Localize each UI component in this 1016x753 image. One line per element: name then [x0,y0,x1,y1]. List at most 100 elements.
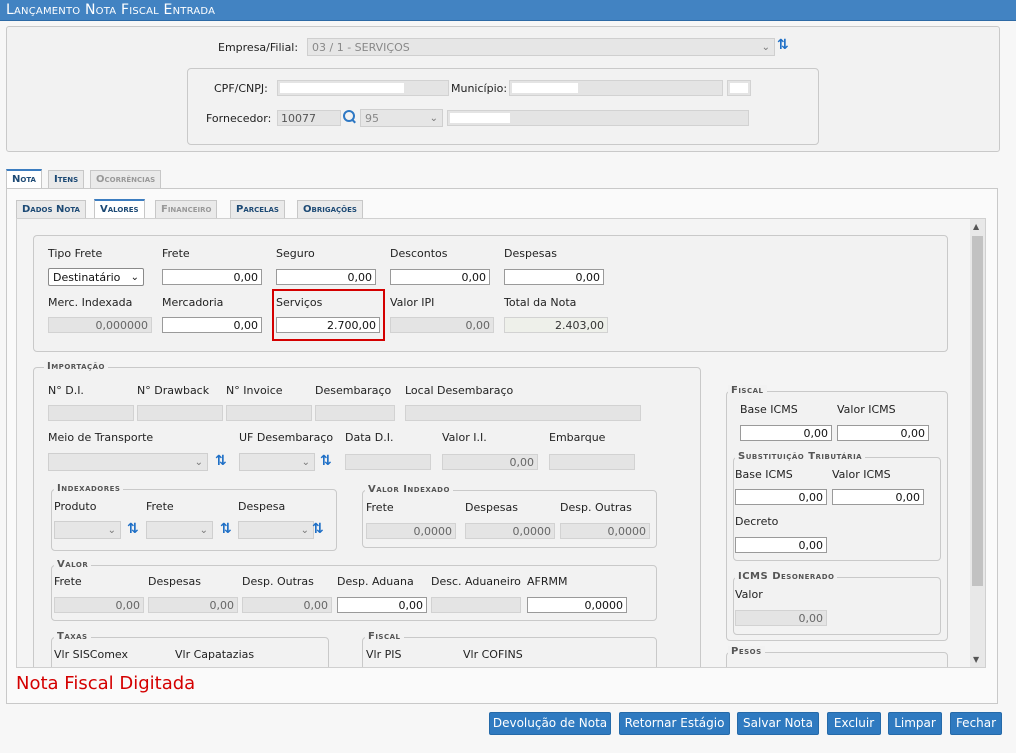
devolucao-button[interactable]: Devolução de Nota [489,712,611,735]
uf-desembaraco-select[interactable]: ⌄ [239,453,315,471]
fechar-button[interactable]: Fechar [950,712,1002,735]
ind-produto-select[interactable]: ⌄ [54,521,121,539]
valor-indexado-title: Valor Indexado [365,484,453,495]
meio-transporte-select[interactable]: ⌄ [48,453,208,471]
base-icms-input[interactable]: 0,00 [740,425,832,441]
excluir-button[interactable]: Excluir [827,712,881,735]
st-base-input[interactable]: 0,00 [735,489,827,505]
subtab-obrigacoes[interactable]: Obrigações [297,200,363,219]
frete-input[interactable]: 0,00 [162,269,262,285]
chevron-down-icon: ⌄ [761,42,770,53]
refresh-icon[interactable]: ⇅ [777,38,789,52]
fornecedor-name[interactable] [447,110,749,126]
salvar-nota-button[interactable]: Salvar Nota [737,712,819,735]
fornecedor-select[interactable]: 95 ⌄ [360,109,443,127]
refresh-icon[interactable]: ⇅ [220,522,232,536]
nd-label: N° D.I. [48,384,84,397]
v-afrmm-input[interactable]: 0,0000 [527,597,627,613]
v-afrmm-label: AFRMM [527,575,568,588]
ind-frete-label: Frete [146,500,174,513]
ind-frete-select[interactable]: ⌄ [146,521,213,539]
local-desembaraco-label: Local Desembaraço [405,384,514,397]
tab-nota[interactable]: Nota [6,169,42,189]
seguro-input[interactable]: 0,00 [276,269,376,285]
refresh-icon[interactable]: ⇅ [127,522,139,536]
data-di-field[interactable] [345,454,431,470]
despesas-label: Despesas [504,247,557,260]
indexadores-title: Indexadores [54,483,124,494]
tipo-frete-value: Destinatário [53,271,121,284]
municipio-label: Município: [451,82,508,95]
refresh-icon[interactable]: ⇅ [215,454,227,468]
chevron-down-icon: ⌄ [301,457,310,468]
descontos-input[interactable]: 0,00 [390,269,490,285]
desonerado-valor-label: Valor [735,588,763,601]
refresh-icon[interactable]: ⇅ [320,454,332,468]
fornecedor-code[interactable]: 10077 [277,110,341,126]
invoice-label: N° Invoice [226,384,283,397]
embarque-field[interactable] [549,454,635,470]
municipio-field[interactable] [509,80,723,96]
valor-icms-input[interactable]: 0,00 [837,425,929,441]
valor-icms-label: Valor ICMS [837,403,896,416]
v-frete-label: Frete [54,575,82,588]
servicos-input[interactable]: 2.700,00 [276,317,380,333]
desembaraco-field[interactable] [315,405,395,421]
pesos-title: Pesos [728,646,765,657]
invoice-field[interactable] [226,405,312,421]
indexadores-panel [51,489,337,551]
ind-produto-label: Produto [54,500,97,513]
chevron-down-icon: ⌄ [199,525,208,536]
tab-ocorrencias[interactable]: Ocorrências [90,170,162,189]
ind-despesa-select[interactable]: ⌄ [238,521,314,539]
subtab-parcelas[interactable]: Parcelas [230,200,285,219]
local-desembaraco-field[interactable] [405,405,641,421]
v-frete-field: 0,00 [54,597,144,613]
limpar-button[interactable]: Limpar [888,712,942,735]
vi-outras-field: 0,0000 [560,523,650,539]
refresh-icon[interactable]: ⇅ [312,522,324,536]
vi-despesas-label: Despesas [465,501,518,514]
cpf-field[interactable] [277,80,449,96]
nd-field[interactable] [48,405,134,421]
meio-transporte-label: Meio de Transporte [48,431,154,444]
tab-itens[interactable]: Itens [48,170,85,189]
scroll-down-icon[interactable]: ▼ [973,655,979,664]
drawback-label: N° Drawback [137,384,210,397]
siscomex-label: Vlr SISComex [54,648,129,661]
scrollbar-thumb[interactable] [972,236,983,586]
uf-desembaraco-label: UF Desembaraço [239,431,334,444]
valor-ipi-label: Valor IPI [390,296,435,309]
vertical-scrollbar[interactable]: ▲ ▼ [970,219,985,667]
servicos-label: Serviços [276,296,323,309]
window-title: Lançamento Nota Fiscal Entrada [0,0,1016,21]
fiscal-import-title: Fiscal [365,631,404,642]
v-despesas-label: Despesas [148,575,201,588]
subtab-financeiro[interactable]: Financeiro [155,200,218,219]
chevron-down-icon: ⌄ [130,272,139,283]
total-nota-field: 2.403,00 [504,317,608,333]
v-outras-field: 0,00 [242,597,332,613]
tipo-frete-select[interactable]: Destinatário ⌄ [48,268,144,286]
v-despesas-field: 0,00 [148,597,238,613]
importacao-title: Importação [44,361,108,372]
empresa-select[interactable]: 03 / 1 - SERVIÇOS ⌄ [307,38,775,56]
mercadoria-input[interactable]: 0,00 [162,317,262,333]
ind-despesa-label: Despesa [238,500,286,513]
drawback-field[interactable] [137,405,223,421]
subtab-valores[interactable]: Valores [94,199,145,219]
decreto-input[interactable]: 0,00 [735,537,827,553]
retornar-estagio-button[interactable]: Retornar Estágio [619,712,730,735]
v-aduana-input[interactable]: 0,00 [337,597,427,613]
despesas-input[interactable]: 0,00 [504,269,604,285]
uf-field[interactable] [727,80,751,96]
empresa-value: 03 / 1 - SERVIÇOS [312,41,410,54]
mercadoria-label: Mercadoria [162,296,224,309]
scroll-up-icon[interactable]: ▲ [973,222,979,231]
v-aduana-label: Desp. Aduana [337,575,414,588]
vi-frete-label: Frete [366,501,394,514]
taxas-title: Taxas [54,631,91,642]
st-valor-input[interactable]: 0,00 [832,489,924,505]
subtab-dados-nota[interactable]: Dados Nota [16,200,86,219]
chevron-down-icon: ⌄ [429,113,438,124]
